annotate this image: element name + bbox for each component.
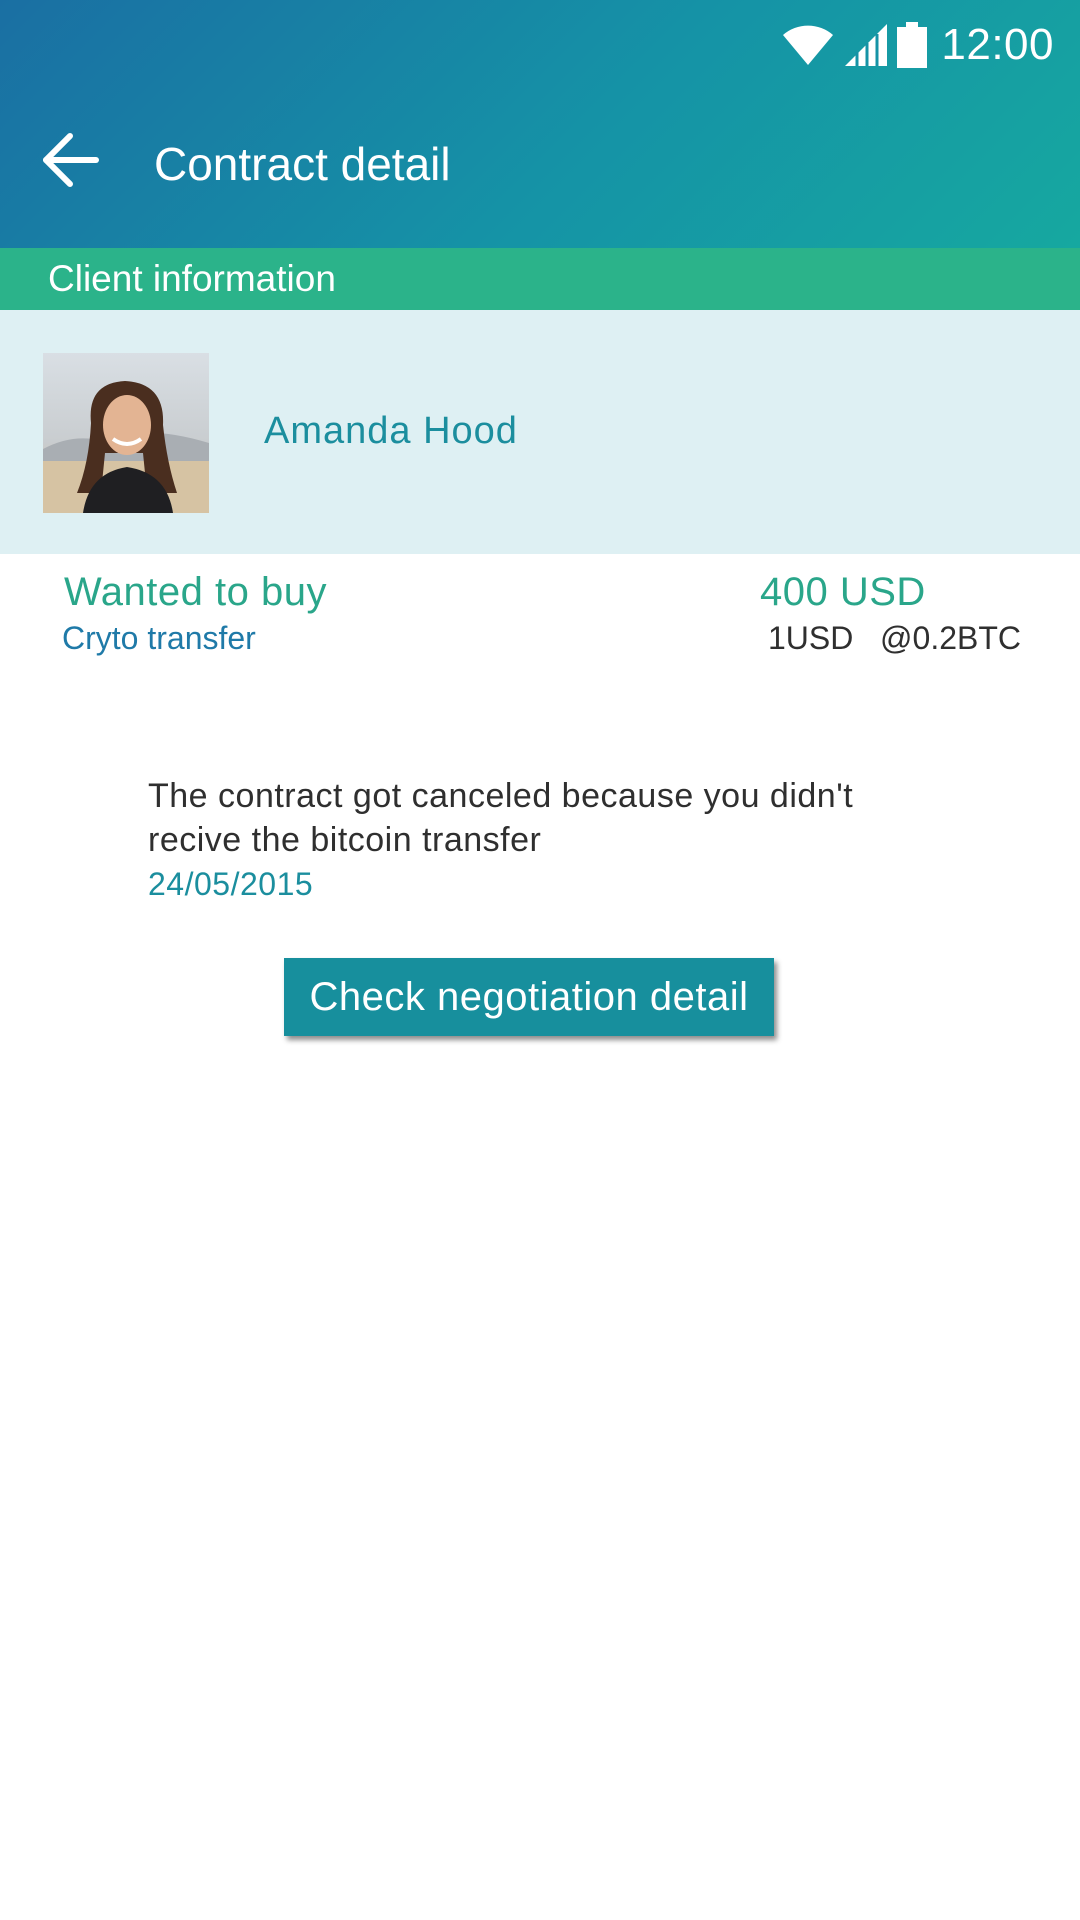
offer-type: Wanted to buy (64, 570, 327, 614)
check-negotiation-detail-button[interactable]: Check negotiation detail (284, 958, 774, 1036)
client-card[interactable]: Amanda Hood (0, 310, 1080, 554)
offer-amount: 400 USD (760, 570, 926, 614)
client-information-header: Client information (0, 248, 1080, 310)
contract-detail-screen: 12:00 Contract detail Client information (0, 0, 1080, 1920)
battery-icon (897, 22, 928, 68)
wifi-icon (781, 23, 835, 67)
status-bar: 12:00 (0, 0, 1080, 90)
status-time: 12:00 (941, 20, 1054, 69)
signal-icon (843, 22, 889, 68)
back-button[interactable] (30, 122, 110, 202)
offer-rate: 1USD @0.2BTC (768, 620, 1021, 656)
offer-method: Cryto transfer (62, 620, 256, 656)
cancellation-message: The contract got canceled because you di… (148, 777, 854, 859)
avatar[interactable] (43, 353, 209, 513)
cancellation-date: 24/05/2015 (148, 866, 314, 902)
app-bar: 12:00 Contract detail (0, 0, 1080, 248)
page-title: Contract detail (154, 138, 451, 190)
arrow-left-icon (40, 132, 100, 193)
client-name[interactable]: Amanda Hood (264, 410, 518, 453)
